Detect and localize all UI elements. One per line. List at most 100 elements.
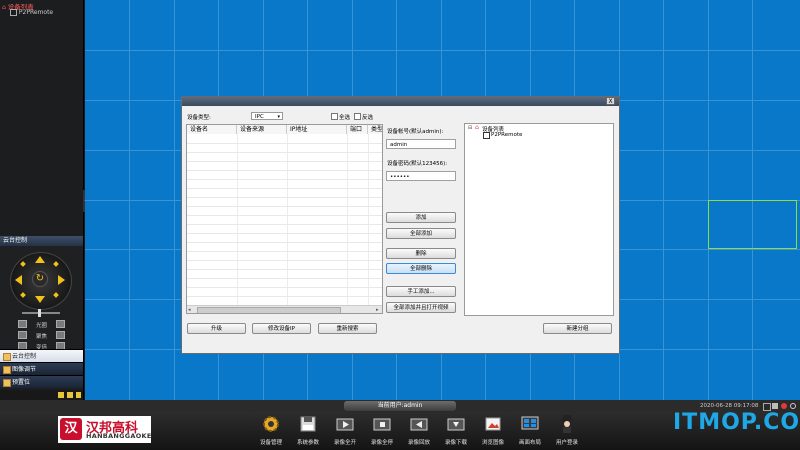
tab-image-adjust-label: 图像调节 (12, 366, 37, 373)
device-search-dialog: X 设备类型: IPC ▾ 全选 反选 设备名 设备来源 IP地址 端口 类型 … (181, 96, 620, 354)
ptz-header: 云台控制 (0, 236, 83, 246)
ptz-down-button[interactable] (35, 296, 45, 303)
toolbar-label: 录像下载 (444, 440, 467, 446)
scrollbar-thumb[interactable] (197, 307, 341, 313)
datetime-display: 2020-06-28 09:17:08 (700, 403, 759, 409)
toolbar-label: 设备管理 (259, 440, 282, 446)
group-tree[interactable]: ⊟ ⌂ 设备列表 P2PRemote (464, 123, 614, 316)
ptz-speed-slider[interactable] (22, 312, 60, 314)
device-tree-item[interactable]: P2PRemote (10, 9, 53, 16)
toolbar-label: 画面布局 (518, 440, 541, 446)
download-icon (447, 418, 465, 431)
iris-plus-button[interactable] (56, 320, 65, 328)
modify-ip-button[interactable]: 修改设备IP (252, 323, 311, 334)
scroll-down-button[interactable] (67, 392, 73, 398)
focus-plus-button[interactable] (56, 331, 65, 339)
folder-icon (3, 366, 11, 374)
toolbar-label: 录像全开 (333, 440, 356, 446)
scroll-left-icon[interactable]: ◂ (188, 307, 191, 313)
column-header[interactable]: 类型 (368, 125, 382, 134)
check-all-label: 全选 (339, 115, 351, 121)
lock-icon[interactable] (76, 392, 81, 398)
tab-ptz-control-label: 云台控制 (12, 353, 37, 360)
selected-video-cell[interactable] (708, 200, 797, 249)
tab-preset-label: 预置位 (12, 379, 31, 386)
save-icon (300, 416, 316, 432)
dialog-close-button[interactable]: X (606, 97, 615, 105)
folder-icon (3, 379, 11, 387)
username-input[interactable]: admin (386, 139, 456, 149)
device-type-label: 设备类型: (187, 115, 211, 121)
password-input[interactable]: •••••• (386, 171, 456, 181)
toolbar-user-login[interactable]: 用户登录 (549, 414, 585, 450)
camera-icon (10, 9, 17, 16)
device-table[interactable]: 设备名 设备来源 IP地址 端口 类型 ◂ ▸ (186, 124, 383, 314)
toolbar-device-management[interactable]: 设备管理 (253, 414, 289, 450)
tab-ptz-control[interactable]: 云台控制 (0, 349, 83, 362)
delete-button[interactable]: 删除 (386, 248, 456, 259)
ptz-speed-thumb[interactable] (38, 309, 41, 317)
toolbar-browse-images[interactable]: 浏览图像 (475, 414, 511, 450)
tree-collapse-icon[interactable]: ⊟ (468, 125, 472, 131)
chevron-down-icon: ▾ (277, 114, 280, 120)
scroll-up-button[interactable] (58, 392, 64, 398)
home-icon: ⌂ (475, 124, 479, 131)
add-all-open-video-button[interactable]: 全部添加并且打开视频 (386, 302, 456, 313)
invert-select-checkbox[interactable] (354, 113, 361, 120)
toolbar-download[interactable]: 录像下载 (438, 414, 474, 450)
home-icon: ⌂ (2, 4, 6, 11)
toolbar-record-all-stop[interactable]: 录像全停 (364, 414, 400, 450)
manual-add-button[interactable]: 手工添加... (386, 286, 456, 297)
scroll-right-icon[interactable]: ▸ (376, 307, 379, 313)
focus-minus-button[interactable] (18, 331, 27, 339)
ptz-auto-icon[interactable]: ↻ (32, 271, 48, 287)
invert-select-label: 反选 (362, 115, 374, 121)
ptz-left-button[interactable] (15, 275, 22, 285)
add-all-button[interactable]: 全部添加 (386, 228, 456, 239)
brand-name-en: HANBANGGAOKE (86, 432, 152, 440)
ptz-tab-icon (3, 353, 11, 361)
brand-logo-mark: 汉 (60, 418, 82, 440)
column-header[interactable]: 设备来源 (237, 125, 287, 134)
upgrade-button[interactable]: 升级 (187, 323, 246, 334)
toolbar-screen-layout[interactable]: 画面布局 (512, 414, 548, 450)
password-label: 设备密码(默认123456): (387, 161, 448, 167)
speaker-icon[interactable] (772, 403, 778, 409)
video-stop-icon (373, 418, 391, 431)
toolbar-playback[interactable]: 录像回放 (401, 414, 437, 450)
new-group-button[interactable]: 新建分组 (543, 323, 612, 334)
horizontal-scrollbar[interactable]: ◂ ▸ (187, 305, 382, 313)
toolbar-label: 浏览图像 (481, 440, 504, 446)
add-button[interactable]: 添加 (386, 212, 456, 223)
toolbar-label: 系统参数 (296, 440, 319, 446)
device-type-value: IPC (255, 114, 264, 120)
delete-all-button[interactable]: 全部删除 (386, 263, 456, 274)
iris-minus-button[interactable] (18, 320, 27, 328)
iris-label: 光圈 (36, 323, 48, 329)
toolbar-label: 录像回放 (407, 440, 430, 446)
dialog-title-bar[interactable] (182, 97, 619, 106)
device-type-select[interactable]: IPC ▾ (251, 112, 283, 120)
group-tree-item-label: P2PRemote (491, 132, 523, 138)
user-icon (561, 415, 573, 433)
power-icon[interactable] (790, 403, 796, 409)
current-user-status: 当前用户:admin (344, 401, 456, 411)
ptz-right-button[interactable] (58, 275, 65, 285)
layout-icon (521, 416, 539, 430)
tab-image-adjust[interactable]: 图像调节 (0, 362, 83, 375)
column-header[interactable]: IP地址 (287, 125, 347, 134)
gear-icon (263, 416, 279, 432)
record-icon[interactable] (781, 403, 787, 409)
camera-checkbox-icon[interactable] (483, 132, 490, 139)
toolbar-system-params[interactable]: 系统参数 (290, 414, 326, 450)
check-all-checkbox[interactable] (331, 113, 338, 120)
refresh-search-button[interactable]: 重新搜索 (318, 323, 377, 334)
ptz-up-button[interactable] (35, 256, 45, 263)
video-play-icon (336, 418, 354, 431)
column-header[interactable]: 端口 (347, 125, 368, 134)
toolbar-label: 录像全停 (370, 440, 393, 446)
site-watermark: ITMOP.COM (673, 410, 800, 435)
column-header[interactable]: 设备名 (187, 125, 237, 134)
toolbar-record-all-start[interactable]: 录像全开 (327, 414, 363, 450)
tab-preset[interactable]: 预置位 (0, 375, 83, 388)
